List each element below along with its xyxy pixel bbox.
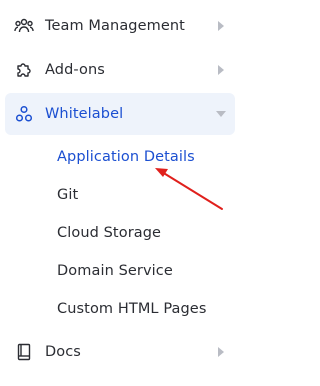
sidebar-item-label: Whitelabel (45, 106, 124, 122)
subitem-domain-service[interactable]: Domain Service (57, 263, 173, 279)
book-icon (14, 342, 34, 362)
chevron-right-icon (218, 347, 224, 357)
sidebar: Team Management Add-ons Whitelabel Appli… (0, 0, 245, 386)
sidebar-item-add-ons[interactable]: Add-ons (5, 49, 235, 91)
sidebar-item-label: Add-ons (45, 62, 105, 78)
subitem-git[interactable]: Git (57, 187, 78, 203)
sidebar-item-label: Docs (45, 344, 81, 360)
whitelabel-icon (14, 104, 34, 124)
subitem-application-details[interactable]: Application Details (57, 149, 195, 165)
subitem-cloud-storage[interactable]: Cloud Storage (57, 225, 161, 241)
chevron-right-icon (218, 21, 224, 31)
sidebar-item-label: Team Management (45, 18, 185, 34)
chevron-right-icon (218, 65, 224, 75)
sidebar-item-docs[interactable]: Docs (5, 331, 235, 373)
chevron-down-icon (216, 111, 226, 117)
subitem-custom-html-pages[interactable]: Custom HTML Pages (57, 301, 206, 317)
team-icon (14, 16, 34, 36)
sidebar-item-whitelabel[interactable]: Whitelabel (5, 93, 235, 135)
sidebar-item-team-management[interactable]: Team Management (5, 5, 235, 47)
puzzle-icon (14, 60, 34, 80)
